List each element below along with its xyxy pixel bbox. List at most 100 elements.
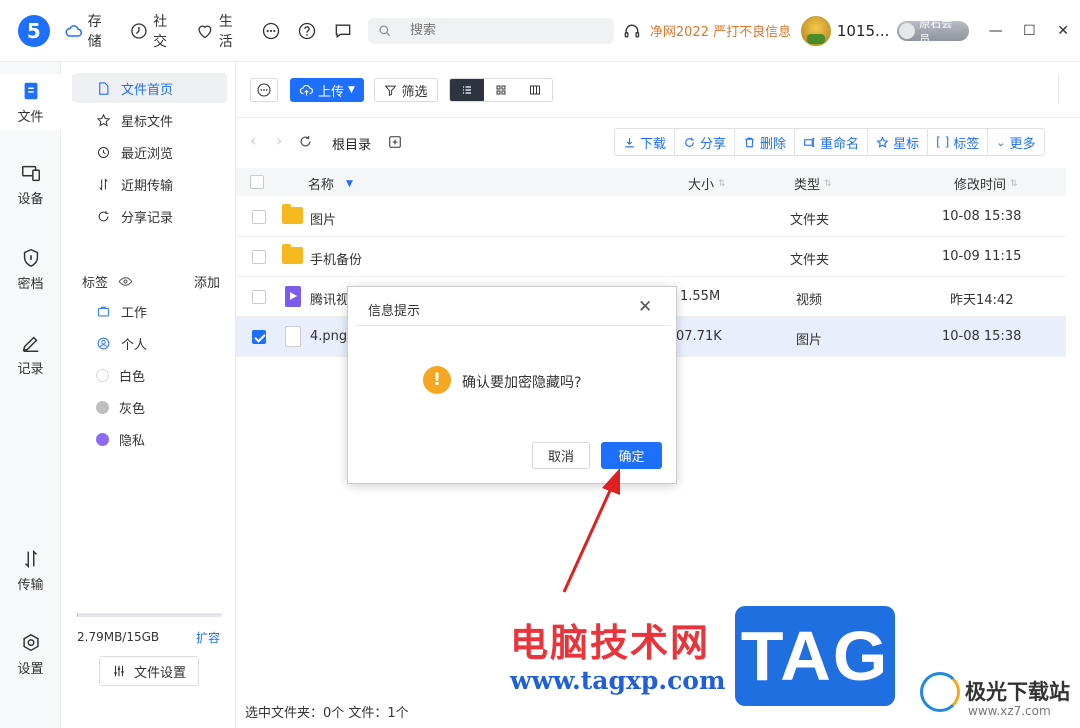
row-modified: 昨天14:42 xyxy=(950,293,1014,308)
filter-button[interactable]: 筛选 xyxy=(374,78,438,102)
table-row[interactable]: 图片 文件夹 10-08 15:38 xyxy=(236,197,1066,237)
sidebar-item-home[interactable]: 文件首页 xyxy=(72,73,227,103)
list-view-button[interactable] xyxy=(450,79,484,101)
sidebar-item-shares[interactable]: 分享记录 xyxy=(72,201,227,231)
nav-storage[interactable]: 存储 xyxy=(64,11,116,51)
expand-storage-link[interactable]: 扩容 xyxy=(196,629,220,646)
message-button[interactable] xyxy=(332,20,354,42)
file-actions-bar: 下载 分享 删除 重命名 星标 [ ] 标签 ⌄ 更多 xyxy=(614,128,1045,156)
new-folder-icon[interactable] xyxy=(388,135,402,149)
app-logo[interactable]: 5 xyxy=(18,14,50,47)
nav-life[interactable]: 生活 xyxy=(195,11,247,51)
tags-add-button[interactable]: 添加 xyxy=(194,272,220,291)
row-checkbox[interactable] xyxy=(252,290,266,304)
search-box[interactable] xyxy=(367,17,615,44)
member-badge[interactable]: 原石会员 xyxy=(897,17,969,46)
file-toolbar: 上传 ▼ 筛选 xyxy=(236,62,1080,118)
column-size[interactable]: 大小 ⇅ xyxy=(688,174,726,193)
column-name[interactable]: 名称 ▼ xyxy=(308,174,353,193)
more-label: 更多 xyxy=(1009,136,1036,152)
forward-arrow-icon[interactable]: › xyxy=(276,131,282,150)
chat-icon xyxy=(335,24,351,38)
delete-label: 删除 xyxy=(760,136,787,152)
warning-icon: ! xyxy=(423,366,451,394)
watermark-site-logo xyxy=(920,672,960,712)
row-checkbox[interactable] xyxy=(252,330,266,344)
row-name: 4.png xyxy=(310,329,348,344)
tag-item-gray[interactable]: 灰色 xyxy=(72,392,227,422)
help-button[interactable] xyxy=(296,20,318,42)
clock-icon xyxy=(131,22,147,39)
more-apps-button[interactable] xyxy=(260,20,282,42)
more-button[interactable]: ⌄ 更多 xyxy=(988,129,1043,155)
cancel-button[interactable]: 取消 xyxy=(532,442,590,469)
upload-label: 上传 xyxy=(318,84,345,100)
tag-item-white[interactable]: 白色 xyxy=(72,360,227,390)
row-checkbox[interactable] xyxy=(252,250,266,264)
breadcrumb-root[interactable]: 根目录 xyxy=(332,134,371,153)
column-type-label: 类型 xyxy=(794,178,821,193)
rename-button[interactable]: 重命名 xyxy=(795,129,869,155)
rename-icon xyxy=(804,137,815,147)
tag-item-personal[interactable]: 个人 xyxy=(72,328,227,358)
column-modified[interactable]: 修改时间 ⇅ xyxy=(954,174,1018,193)
close-window-button[interactable]: ✕ xyxy=(1046,16,1080,46)
watermark-url: www.tagxp.com xyxy=(510,666,726,695)
upload-button[interactable]: 上传 ▼ xyxy=(290,78,364,102)
sidebar-item-recent[interactable]: 最近浏览 xyxy=(72,137,227,167)
member-badge-icon xyxy=(899,22,916,39)
confirm-button[interactable]: 确定 xyxy=(601,442,662,469)
back-arrow-icon[interactable]: ‹ xyxy=(250,131,256,150)
select-all-checkbox[interactable] xyxy=(250,175,264,189)
table-row[interactable]: 手机备份 文件夹 10-09 11:15 xyxy=(236,237,1066,277)
sidebar-item-recent-label: 最近浏览 xyxy=(121,146,174,162)
column-type[interactable]: 类型 ⇅ xyxy=(794,174,832,193)
delete-button[interactable]: 删除 xyxy=(735,129,796,155)
maximize-button[interactable]: ☐ xyxy=(1013,16,1047,46)
eye-icon[interactable] xyxy=(118,274,133,289)
username[interactable]: 1015... xyxy=(837,22,889,40)
promo-text[interactable]: 净网2022 严打不良信息 xyxy=(650,21,791,40)
rail-item-files[interactable]: 文件 xyxy=(0,74,61,130)
rail-item-vault[interactable]: 密档 xyxy=(0,247,61,292)
sidebar-item-starred-label: 星标文件 xyxy=(121,114,174,130)
column-view-button[interactable] xyxy=(518,79,552,101)
tag-label: 标签 xyxy=(953,136,980,152)
more-options-button[interactable] xyxy=(250,78,278,102)
refresh-icon[interactable] xyxy=(298,134,313,149)
share-button[interactable]: 分享 xyxy=(675,129,736,155)
star-button[interactable]: 星标 xyxy=(868,129,929,155)
toolbar-divider xyxy=(1058,74,1059,104)
headset-icon[interactable] xyxy=(622,21,642,41)
video-file-icon xyxy=(285,286,301,307)
pen-icon xyxy=(22,336,38,352)
file-table-header: 名称 ▼ 大小 ⇅ 类型 ⇅ 修改时间 ⇅ xyxy=(236,168,1066,196)
grid-view-button[interactable] xyxy=(484,79,518,101)
sidebar-item-starred[interactable]: 星标文件 xyxy=(72,105,227,135)
rail-item-records[interactable]: 记录 xyxy=(0,332,61,377)
file-settings-button[interactable]: 文件设置 xyxy=(99,656,199,686)
minimize-button[interactable]: — xyxy=(979,16,1013,46)
sidebar-item-transfers[interactable]: 近期传输 xyxy=(72,169,227,199)
minimize-icon: — xyxy=(988,22,1003,39)
nav-social[interactable]: 社交 xyxy=(129,11,181,51)
rail-item-devices[interactable]: 设备 xyxy=(0,162,61,207)
search-input[interactable] xyxy=(399,23,580,38)
tag-button[interactable]: [ ] 标签 xyxy=(928,129,989,155)
tag-item-white-label: 白色 xyxy=(119,369,146,385)
rail-item-transfer[interactable]: 传输 xyxy=(0,548,61,593)
star-label: 星标 xyxy=(893,136,920,152)
maximize-icon: ☐ xyxy=(1023,22,1036,39)
rail-item-settings[interactable]: 设置 xyxy=(0,632,61,677)
file-icon xyxy=(24,82,37,99)
row-checkbox[interactable] xyxy=(252,210,266,224)
dialog-close-icon[interactable]: ✕ xyxy=(638,297,652,317)
download-button[interactable]: 下载 xyxy=(615,129,676,155)
tag-item-private[interactable]: 隐私 xyxy=(72,424,227,454)
star-icon xyxy=(96,113,111,126)
caret-down-icon: ▼ xyxy=(348,85,355,95)
avatar[interactable] xyxy=(801,15,831,46)
confirm-dialog: 信息提示 ✕ ! 确认要加密隐藏吗? 取消 确定 xyxy=(347,286,677,484)
tag-item-work[interactable]: 工作 xyxy=(72,296,227,326)
sliders-icon xyxy=(114,665,124,677)
